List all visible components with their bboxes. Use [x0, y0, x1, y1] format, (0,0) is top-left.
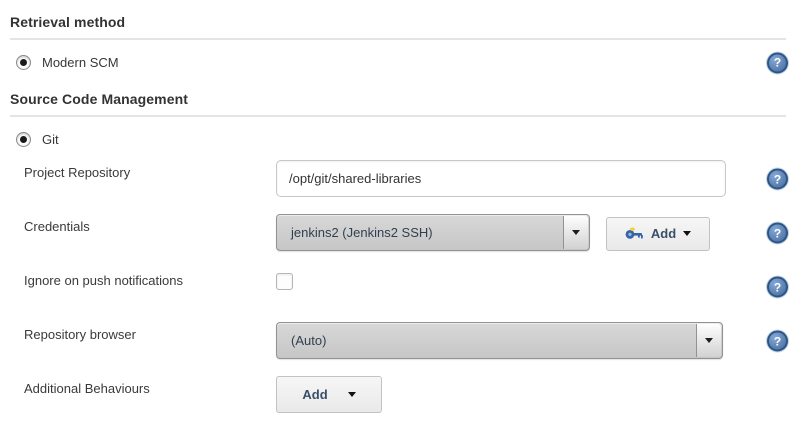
credentials-selected-value: jenkins2 (Jenkins2 SSH): [277, 225, 433, 240]
dropdown-arrow-segment[interactable]: [563, 216, 588, 249]
chevron-down-icon: [572, 230, 580, 235]
git-label: Git: [42, 132, 59, 147]
credentials-select[interactable]: jenkins2 (Jenkins2 SSH): [276, 214, 590, 251]
key-icon: [625, 227, 644, 240]
dropdown-arrow-segment[interactable]: [696, 324, 721, 357]
help-icon[interactable]: ?: [767, 277, 788, 298]
ignore-push-row: Ignore on push notifications ?: [0, 268, 800, 306]
add-behaviour-label: Add: [302, 387, 327, 402]
chevron-down-icon: [683, 231, 691, 236]
add-credentials-button[interactable]: Add: [606, 217, 710, 251]
ignore-push-checkbox[interactable]: [276, 273, 293, 290]
repository-browser-select[interactable]: (Auto): [276, 322, 723, 359]
radio-dot: [20, 59, 27, 66]
help-icon[interactable]: ?: [767, 331, 788, 352]
project-repository-row: Project Repository ?: [0, 160, 800, 198]
project-repository-input[interactable]: [276, 160, 726, 197]
additional-behaviours-row: Additional Behaviours Add: [0, 376, 800, 414]
add-credentials-label: Add: [651, 226, 676, 241]
modern-scm-radio[interactable]: [16, 55, 31, 70]
help-icon[interactable]: ?: [767, 52, 788, 73]
scm-config-form: Retrieval method Modern SCM ? Source Cod…: [0, 0, 800, 414]
credentials-label: Credentials: [0, 214, 276, 235]
ignore-push-label: Ignore on push notifications: [0, 268, 276, 289]
repository-browser-selected-value: (Auto): [277, 333, 326, 348]
git-option-row: Git: [0, 117, 800, 160]
chevron-down-icon: [348, 392, 356, 397]
modern-scm-label: Modern SCM: [42, 55, 119, 70]
repository-browser-label: Repository browser: [0, 322, 276, 343]
credentials-row: Credentials jenkins2 (Jenkins2 SSH) Add: [0, 214, 800, 252]
add-behaviour-button[interactable]: Add: [276, 376, 382, 413]
additional-behaviours-label: Additional Behaviours: [0, 376, 276, 397]
project-repository-label: Project Repository: [0, 160, 276, 181]
retrieval-method-heading: Retrieval method: [0, 8, 800, 38]
radio-dot: [20, 136, 27, 143]
git-radio[interactable]: [16, 132, 31, 147]
help-icon[interactable]: ?: [767, 169, 788, 190]
repository-browser-row: Repository browser (Auto) ?: [0, 322, 800, 360]
retrieval-method-option-row: Modern SCM ?: [0, 40, 800, 85]
scm-heading: Source Code Management: [0, 85, 800, 115]
help-icon[interactable]: ?: [767, 223, 788, 244]
chevron-down-icon: [705, 338, 713, 343]
